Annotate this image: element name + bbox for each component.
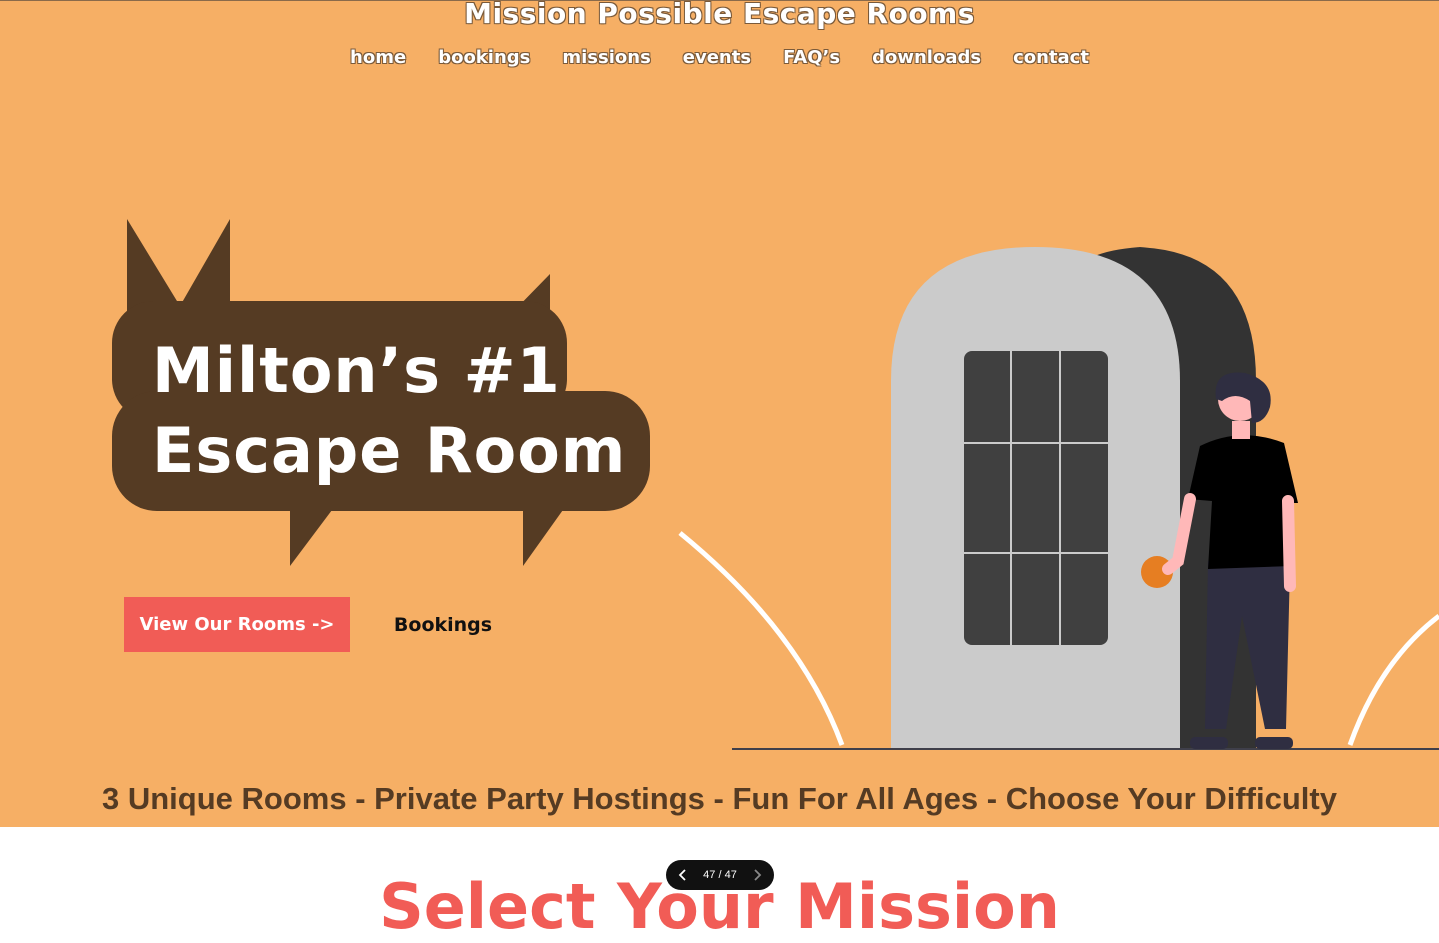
nav-contact[interactable]: contact: [1013, 47, 1089, 68]
pager-text: 47 / 47: [703, 869, 737, 881]
page-pager: 47 / 47: [666, 860, 774, 890]
nav-bookings[interactable]: bookings: [438, 47, 530, 68]
main-nav: home bookings missions events FAQ’s down…: [0, 47, 1439, 68]
chevron-left-icon[interactable]: [676, 868, 690, 882]
nav-faqs[interactable]: FAQ’s: [783, 47, 840, 68]
hero-tagline: 3 Unique Rooms - Private Party Hostings …: [102, 781, 1337, 816]
nav-downloads[interactable]: downloads: [872, 47, 981, 68]
chevron-right-icon[interactable]: [750, 868, 764, 882]
nav-events[interactable]: events: [683, 47, 751, 68]
door-person-illustration: [678, 247, 1439, 750]
site-title[interactable]: Mission Possible Escape Rooms: [0, 0, 1439, 30]
hero-headline-line1: Milton’s #1: [152, 334, 561, 407]
nav-missions[interactable]: missions: [562, 47, 650, 68]
hero-section: Mission Possible Escape Rooms home booki…: [0, 0, 1439, 827]
nav-home[interactable]: home: [350, 47, 406, 68]
hero-headline: Milton’s #1 Escape Room: [152, 331, 626, 491]
bookings-button[interactable]: Bookings: [380, 597, 506, 652]
view-rooms-button[interactable]: View Our Rooms ->: [124, 597, 350, 652]
hero-headline-line2: Escape Room: [152, 414, 627, 487]
